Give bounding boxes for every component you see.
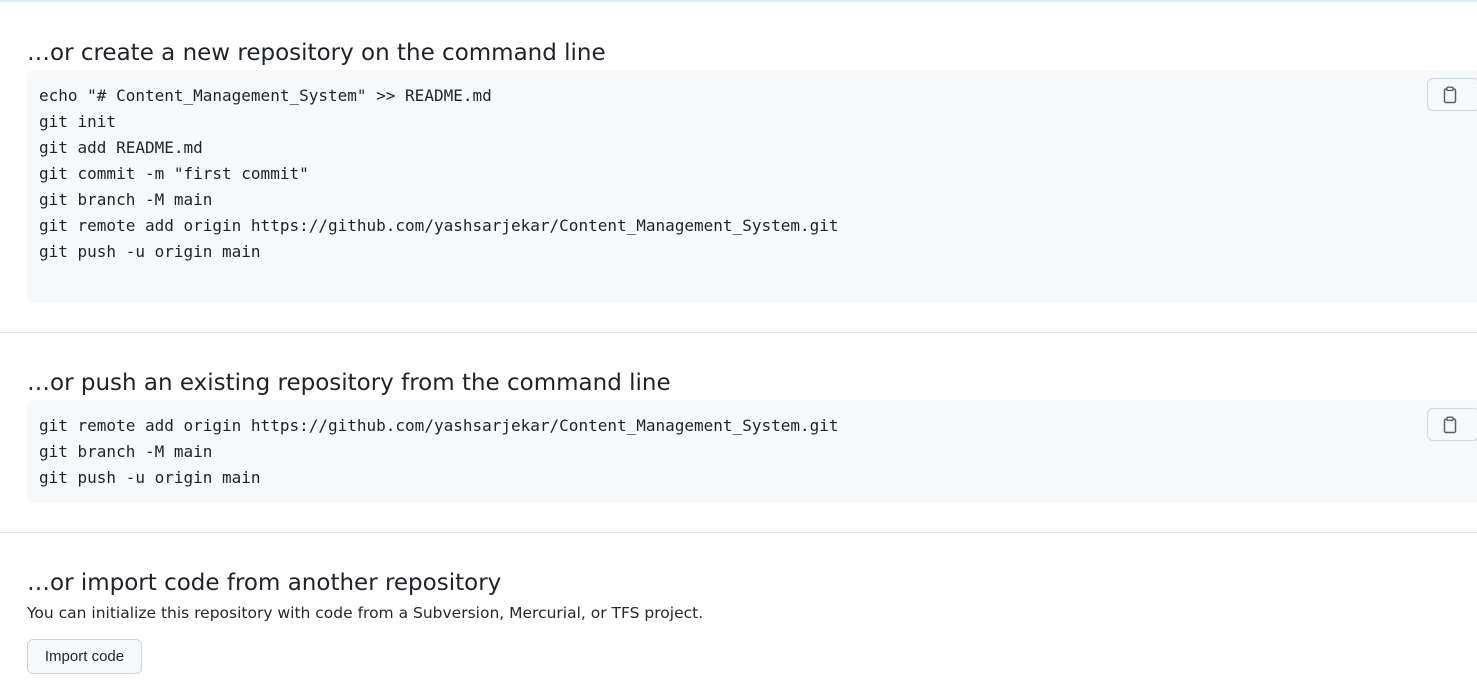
import-code-description: You can initialize this repository with … [27, 604, 704, 622]
section-divider [0, 532, 1477, 533]
copy-create-commands-button[interactable] [1427, 78, 1477, 111]
clipboard-icon [1442, 416, 1458, 434]
clipboard-icon [1442, 86, 1458, 104]
code-line[interactable]: git remote add origin https://github.com… [39, 413, 839, 439]
code-line[interactable]: git remote add origin https://github.com… [39, 213, 839, 239]
code-line[interactable]: git push -u origin main [39, 239, 839, 265]
code-line[interactable]: git push -u origin main [39, 465, 839, 491]
push-existing-heading: …or push an existing repository from the… [27, 370, 671, 396]
import-code-button[interactable]: Import code [27, 639, 142, 674]
copy-push-commands-button[interactable] [1427, 408, 1477, 441]
code-line[interactable]: git add README.md [39, 135, 839, 161]
section-divider [0, 332, 1477, 333]
code-line[interactable]: git branch -M main [39, 439, 839, 465]
create-new-code-lines: echo "# Content_Management_System" >> RE… [39, 83, 839, 265]
create-new-code-block: echo "# Content_Management_System" >> RE… [27, 70, 1477, 303]
create-new-heading: …or create a new repository on the comma… [27, 40, 606, 66]
push-existing-code-block: git remote add origin https://github.com… [27, 400, 1477, 503]
code-line[interactable]: git init [39, 109, 839, 135]
import-code-heading: …or import code from another repository [27, 570, 502, 596]
push-existing-code-lines: git remote add origin https://github.com… [39, 413, 839, 491]
code-line[interactable]: echo "# Content_Management_System" >> RE… [39, 83, 839, 109]
code-line[interactable]: git commit -m "first commit" [39, 161, 839, 187]
code-line[interactable]: git branch -M main [39, 187, 839, 213]
top-border [0, 0, 1477, 2]
